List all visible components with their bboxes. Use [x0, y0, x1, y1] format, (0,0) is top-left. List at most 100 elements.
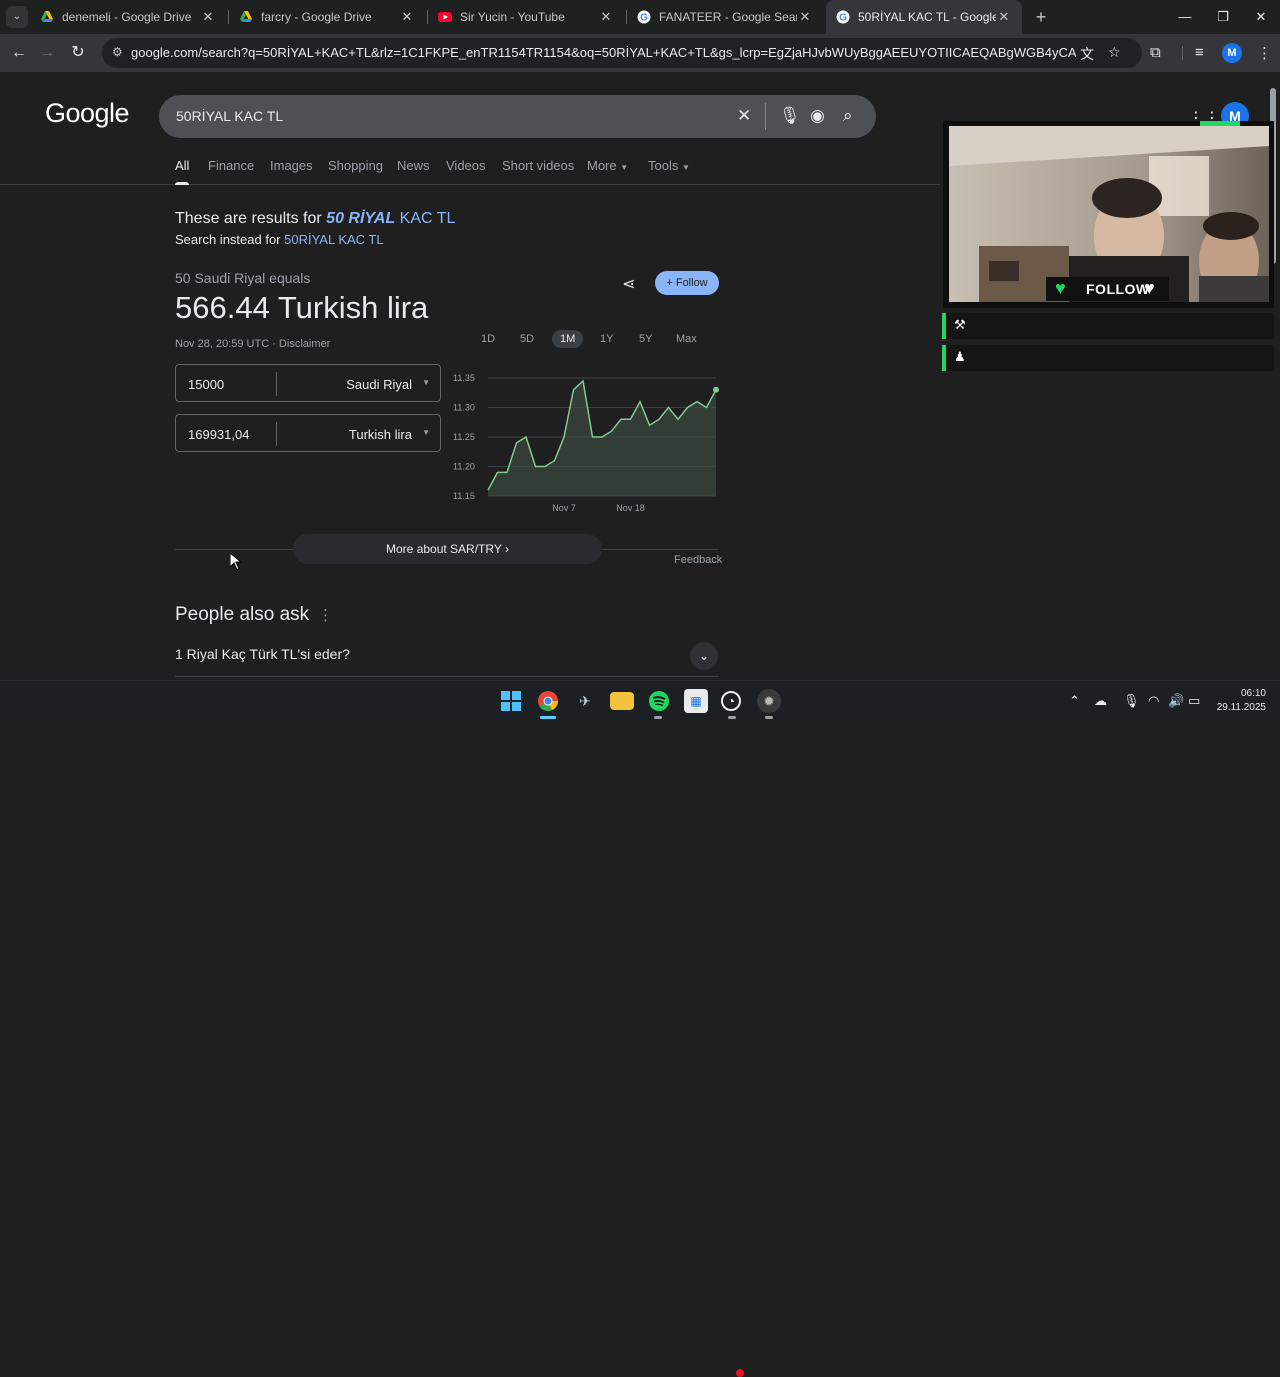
tab-videos[interactable]: Videos: [446, 158, 486, 173]
forward-button[interactable]: →: [34, 40, 60, 66]
chrome-icon[interactable]: [536, 689, 560, 713]
new-tab-button[interactable]: +: [1030, 6, 1052, 28]
more-about-button[interactable]: More about SAR/TRY ›: [293, 534, 602, 564]
close-icon[interactable]: ✕: [399, 9, 415, 25]
bookmark-star-icon[interactable]: ☆: [1108, 44, 1121, 61]
browser-tab-5-active[interactable]: G 50RİYAL KAC TL - Google Search ✕: [826, 0, 1022, 34]
store-icon[interactable]: ▦: [684, 689, 708, 713]
recording-badge: [736, 1369, 744, 1377]
from-currency-select[interactable]: Saudi Riyal: [346, 377, 412, 392]
tab-tools[interactable]: Tools ▼: [648, 158, 690, 173]
game-app-icon[interactable]: ✹: [757, 689, 781, 713]
system-clock[interactable]: 06:10 29.11.2025: [1208, 687, 1266, 715]
close-icon[interactable]: ✕: [200, 9, 216, 25]
follow-label: Follow: [675, 277, 708, 289]
microphone-icon[interactable]: 🎙: [779, 106, 801, 126]
search-input[interactable]: 50RİYAL KAC TL: [176, 108, 283, 124]
media-control-icon[interactable]: ≡: [1195, 44, 1204, 61]
to-currency-select[interactable]: Turkish lira: [349, 427, 412, 442]
spell-corrected-bold[interactable]: 50 RİYAL: [326, 210, 395, 227]
profile-avatar[interactable]: M: [1222, 43, 1242, 63]
tab-images[interactable]: Images: [270, 158, 313, 173]
range-1m[interactable]: 1M: [552, 330, 584, 348]
close-window-button[interactable]: ✕: [1242, 0, 1280, 34]
close-icon[interactable]: ✕: [996, 9, 1012, 25]
tab-shopping[interactable]: Shopping: [328, 158, 383, 173]
close-icon[interactable]: ✕: [797, 9, 813, 25]
menu-kebab-icon[interactable]: ⋮: [1257, 44, 1272, 62]
tab-short-videos[interactable]: Short videos: [502, 158, 574, 173]
paa-question[interactable]: 1 Riyal Kaç Türk TL'si eder?: [175, 646, 350, 662]
site-info-icon[interactable]: ⚙: [112, 45, 128, 61]
range-max[interactable]: Max: [676, 333, 697, 345]
range-1d[interactable]: 1D: [481, 333, 495, 345]
google-drive-icon: [240, 11, 252, 22]
search-icon[interactable]: ⌕: [843, 106, 853, 126]
windows-start-icon[interactable]: [499, 689, 523, 713]
to-currency-box: 169931,04 Turkish lira ▼: [175, 414, 441, 452]
app-indicator: [765, 716, 773, 719]
conversion-timestamp[interactable]: Nov 28, 20:59 UTC · Disclaimer: [175, 338, 330, 350]
close-icon[interactable]: ✕: [598, 9, 614, 25]
chevron-down-icon: ▼: [620, 163, 629, 172]
chevron-down-icon[interactable]: ⌄: [690, 642, 718, 670]
obs-icon[interactable]: ◔: [721, 691, 741, 711]
browser-tab-2[interactable]: farcry - Google Drive ✕: [229, 0, 425, 34]
share-icon[interactable]: ⋖: [622, 274, 635, 294]
battery-icon[interactable]: ▭: [1188, 693, 1200, 709]
social-bar-1: ⚒: [942, 313, 1274, 339]
browser-tab-1[interactable]: denemeli - Google Drive ✕: [30, 0, 226, 34]
back-button[interactable]: ←: [6, 40, 32, 66]
url-text[interactable]: google.com/search?q=50RİYAL+KAC+TL&rlz=1…: [131, 45, 1076, 60]
microphone-tray-icon[interactable]: 🎙: [1123, 693, 1140, 709]
person-icon: ♟: [954, 349, 966, 364]
lens-icon[interactable]: ◉: [810, 106, 825, 126]
more-options-icon[interactable]: ⋮: [318, 606, 333, 624]
onedrive-cloud-icon[interactable]: ☁: [1094, 693, 1107, 709]
range-5y[interactable]: 5Y: [639, 333, 652, 345]
conversion-result: 566.44 Turkish lira: [175, 290, 429, 325]
follow-button[interactable]: + Follow: [655, 271, 719, 295]
from-amount-input[interactable]: 15000: [188, 377, 224, 392]
spell-corrected-rest[interactable]: KAC TL: [395, 210, 456, 227]
app-indicator: [728, 716, 736, 719]
app-indicator: [654, 716, 662, 719]
tab-all[interactable]: All: [175, 158, 189, 173]
spotify-icon[interactable]: [647, 689, 671, 713]
chart-last-point: [713, 386, 719, 393]
tab-finance[interactable]: Finance: [208, 158, 254, 173]
show-hidden-icons[interactable]: ⌃: [1069, 693, 1080, 709]
tabs-divider: [0, 184, 940, 185]
exchange-rate-chart[interactable]: 11.35 11.30 11.25 11.20 11.15 Nov 7 Nov 18: [450, 370, 730, 515]
reload-button[interactable]: ↻: [65, 40, 91, 66]
steam-icon[interactable]: ✈: [573, 689, 597, 713]
browser-tab-3[interactable]: Sir Yucin - YouTube ✕: [428, 0, 624, 34]
browser-tab-4[interactable]: G FANATEER - Google Search ✕: [627, 0, 823, 34]
extensions-icon[interactable]: ⧉: [1150, 44, 1161, 61]
translate-icon[interactable]: 文: [1080, 44, 1094, 64]
range-5d[interactable]: 5D: [520, 333, 534, 345]
google-icon: G: [836, 10, 850, 24]
google-logo[interactable]: Google: [45, 98, 130, 129]
dropdown-arrow-icon[interactable]: ▼: [422, 428, 430, 437]
address-bar[interactable]: ⚙ google.com/search?q=50RİYAL+KAC+TL&rlz…: [102, 38, 1142, 68]
tab-more[interactable]: More ▼: [587, 158, 628, 173]
clock-date: 29.11.2025: [1216, 702, 1266, 713]
tab-news[interactable]: News: [397, 158, 430, 173]
webcam-image: [949, 126, 1269, 302]
people-also-ask-title: People also ask: [175, 604, 310, 625]
dropdown-arrow-icon[interactable]: ▼: [422, 378, 430, 387]
spell-correction: These are results for 50 RİYAL KAC TL: [175, 210, 455, 228]
minimize-button[interactable]: —: [1166, 0, 1204, 34]
feedback-link[interactable]: Feedback: [674, 554, 722, 566]
volume-icon[interactable]: 🔊: [1168, 693, 1184, 709]
file-explorer-icon[interactable]: [610, 692, 634, 710]
wifi-icon[interactable]: ◠: [1148, 693, 1159, 709]
tab-search-button[interactable]: ⌄: [6, 6, 28, 28]
clear-icon[interactable]: ✕: [737, 106, 751, 126]
search-instead-link[interactable]: 50RİYAL KAC TL: [284, 232, 383, 247]
range-1y[interactable]: 1Y: [600, 333, 613, 345]
search-box[interactable]: 50RİYAL KAC TL ✕ 🎙 ◉ ⌕: [159, 95, 876, 138]
to-amount-input[interactable]: 169931,04: [188, 427, 249, 442]
maximize-button[interactable]: ❐: [1204, 0, 1242, 34]
